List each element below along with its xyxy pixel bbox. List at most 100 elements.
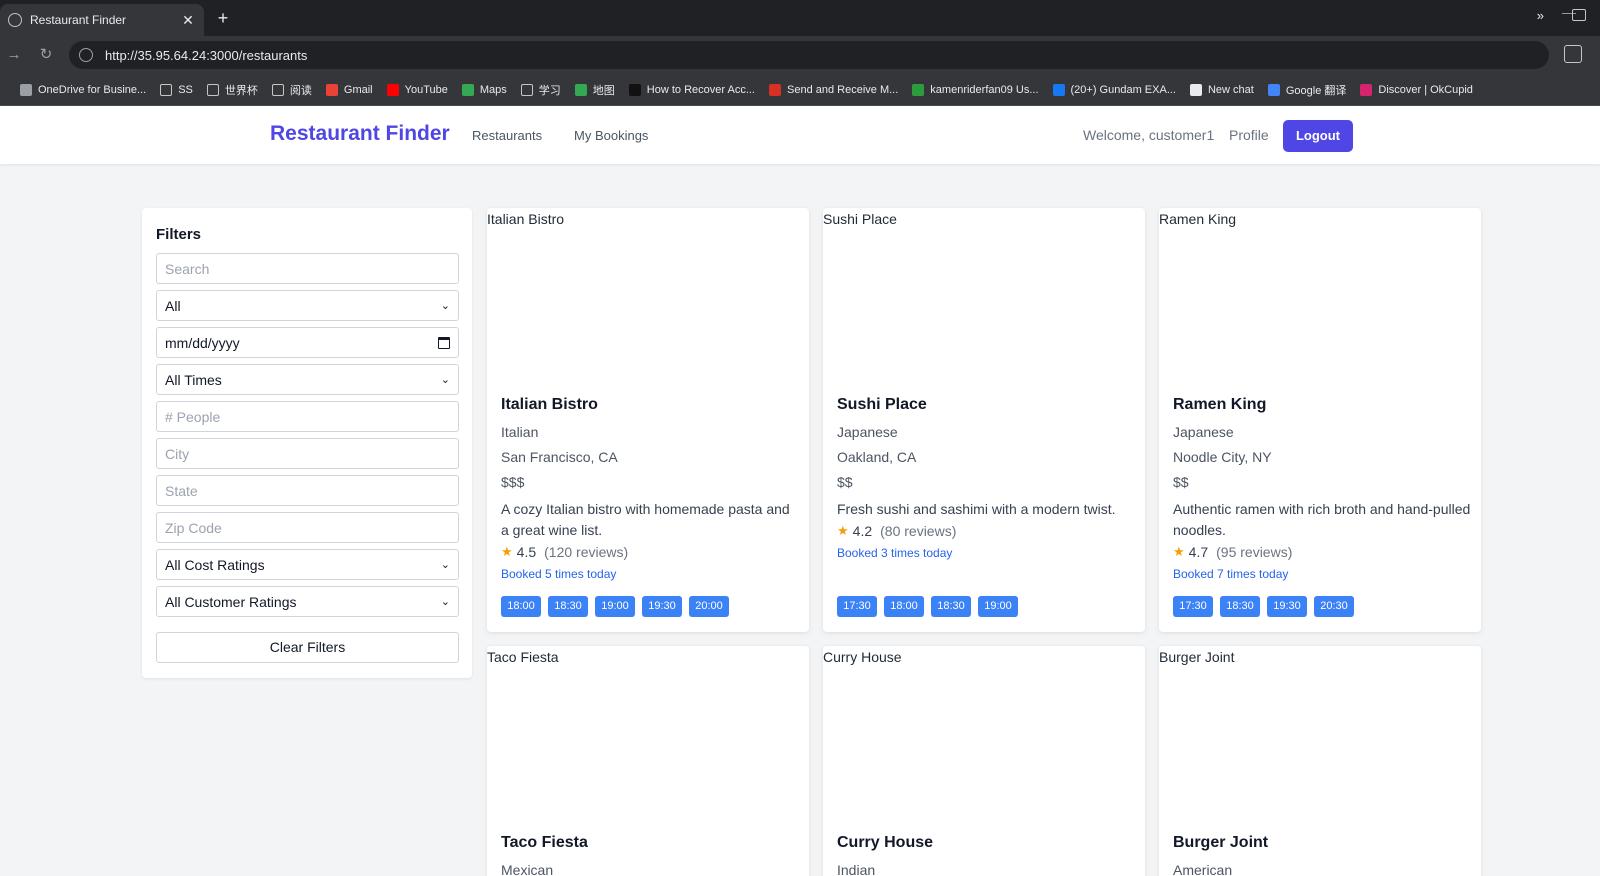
site-info-icon[interactable] [79,48,93,62]
bookmark-label: kamenriderfan09 Us... [930,83,1039,96]
time-select-value: All Times [165,371,222,388]
review-count: (80 reviews) [880,523,957,539]
state-input[interactable]: State [156,475,459,506]
restaurant-card[interactable]: Burger Joint Burger Joint American [1159,646,1481,876]
chevron-down-icon: ⌄ [440,596,450,608]
star-icon: ★ [837,523,849,538]
booked-count: Booked 5 times today [501,567,617,581]
bookmark-label: How to Recover Acc... [646,83,755,96]
bookmark-item[interactable]: 地图 [574,82,615,98]
nav-restaurants[interactable]: Restaurants [472,128,542,143]
bookmark-item[interactable]: Gmail [325,83,373,96]
bookmark-label: 学习 [538,84,561,97]
bookmark-item[interactable]: OneDrive for Busine... [20,83,146,96]
restaurant-card[interactable]: Ramen King Ramen King Japanese Noodle City,… [1159,208,1481,632]
time-slot-button[interactable]: 20:00 [689,596,729,617]
calendar-icon[interactable] [438,336,450,349]
close-tab-icon[interactable]: ✕ [180,12,196,29]
bookmark-item[interactable]: 学习 [520,82,561,98]
bookmark-item[interactable]: (20+) Gundam EXA... [1052,83,1176,96]
time-slot-button[interactable]: 18:30 [548,596,588,617]
bookmark-item[interactable]: Google 翻译 [1267,82,1346,98]
people-input[interactable]: # People [156,401,459,432]
restaurant-cuisine: Japanese [837,424,898,440]
restaurant-name[interactable]: Italian Bistro [501,396,598,414]
restaurant-cost: $$ [1173,474,1189,490]
time-slot-button[interactable]: 18:30 [1220,596,1260,617]
logout-button[interactable]: Logout [1283,120,1353,152]
cost-rating-select[interactable]: All Cost Ratings ⌄ [156,549,459,580]
time-slot-button[interactable]: 18:00 [501,596,541,617]
restaurant-name[interactable]: Sushi Place [837,396,927,414]
forward-arrow-icon[interactable]: → [4,45,24,65]
time-slot-button[interactable]: 19:30 [1267,596,1307,617]
bookmark-item[interactable]: kamenriderfan09 Us... [912,83,1039,96]
folder-icon [160,83,173,96]
time-select[interactable]: All Times ⌄ [156,364,459,395]
bookmarks-overflow-icon[interactable]: » [1537,8,1544,23]
time-slot-button[interactable]: 18:00 [884,596,924,617]
bookmark-label: SS [178,83,193,96]
bookmark-item[interactable]: Send and Receive M... [769,83,898,96]
bookmark-item[interactable]: YouTube [386,83,448,96]
cuisine-select-value: All [165,297,181,314]
bookmark-item[interactable]: Discover | OkCupid [1360,83,1473,96]
tab-title: Restaurant Finder [30,13,127,27]
restaurant-card[interactable]: Italian Bistro Italian Bistro Italian San F… [487,208,809,632]
restaurant-name[interactable]: Ramen King [1173,396,1266,414]
customer-rating-select[interactable]: All Customer Ratings ⌄ [156,586,459,617]
restaurant-card[interactable]: Taco Fiesta Taco Fiesta Mexican [487,646,809,876]
bookmark-item[interactable]: How to Recover Acc... [628,83,755,96]
app-header: Restaurant Finder Restaurants My Booking… [0,106,1600,164]
time-slot-button[interactable]: 19:00 [978,596,1018,617]
zip-code-input[interactable]: Zip Code [156,512,459,543]
extensions-icon[interactable] [1564,45,1582,63]
date-input-value: mm/dd/yyyy [165,334,240,351]
restaurant-location: Oakland, CA [837,449,917,465]
restaurant-cost: $$$ [501,474,525,490]
time-slot-button[interactable]: 19:30 [642,596,682,617]
profile-link[interactable]: Profile [1229,127,1269,143]
cuisine-select[interactable]: All ⌄ [156,290,459,321]
time-slots: 17:30 18:00 18:30 19:00 [837,596,1025,617]
time-slot-button[interactable]: 17:30 [837,596,877,617]
restaurant-card[interactable]: Sushi Place Sushi Place Japanese Oakland, C… [823,208,1145,632]
date-input[interactable]: mm/dd/yyyy [156,327,459,358]
bookmark-item[interactable]: 世界杯 [206,82,258,98]
new-tab-button[interactable]: + [212,8,234,30]
bookmark-item[interactable]: Maps [461,83,507,96]
chevron-down-icon: ⌄ [440,300,450,312]
bookmark-item[interactable]: 阅读 [271,82,312,98]
time-slot-button[interactable]: 19:00 [595,596,635,617]
brand-logo[interactable]: Restaurant Finder [270,122,450,146]
review-count: (95 reviews) [1216,544,1293,560]
search-input[interactable]: Search [156,253,459,284]
booked-count: Booked 7 times today [1173,567,1289,581]
ao3-icon [912,83,925,96]
restaurant-name[interactable]: Taco Fiesta [501,834,588,852]
restaurant-image: Taco Fiesta [487,649,559,665]
time-slot-button[interactable]: 20:30 [1314,596,1354,617]
restaurant-name[interactable]: Curry House [837,834,933,852]
customer-rating-value: All Customer Ratings [165,593,297,610]
restaurant-location: Noodle City, NY [1173,449,1272,465]
bookmark-label: Maps [479,83,507,96]
folder-icon[interactable] [1572,9,1586,21]
bookmark-item[interactable]: SS [160,83,193,96]
browser-tab[interactable]: Restaurant Finder ✕ [0,4,204,36]
rating-value: 4.7 [1188,544,1209,560]
restaurant-card[interactable]: Curry House Curry House Indian [823,646,1145,876]
star-icon: ★ [1173,544,1185,559]
clear-filters-button[interactable]: Clear Filters [156,632,459,663]
time-slot-button[interactable]: 18:30 [931,596,971,617]
folder-icon [520,83,533,96]
url-text: http://35.95.64.24:3000/restaurants [105,47,308,63]
maps-icon [461,83,474,96]
restaurant-name[interactable]: Burger Joint [1173,834,1268,852]
bookmark-item[interactable]: New chat [1189,83,1254,96]
nav-my-bookings[interactable]: My Bookings [574,128,648,143]
reload-icon[interactable]: ↻ [36,45,56,65]
city-input[interactable]: City [156,438,459,469]
address-bar[interactable]: http://35.95.64.24:3000/restaurants [69,41,1549,69]
time-slot-button[interactable]: 17:30 [1173,596,1213,617]
